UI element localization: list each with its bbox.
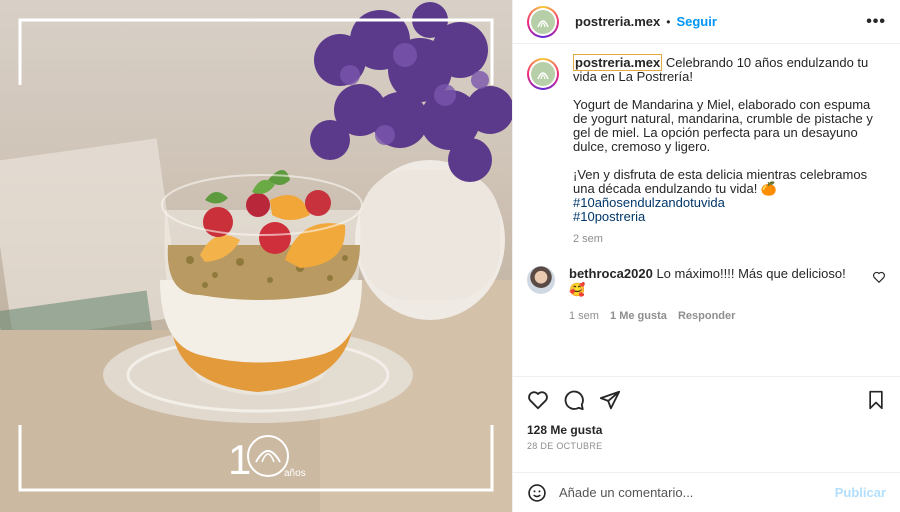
post-sidebar: postreria.mex • Seguir ••• postreria.mex… — [512, 0, 900, 512]
likes-count[interactable]: 128 Me gusta — [527, 423, 886, 437]
post-date[interactable]: 28 DE OCTUBRE — [527, 441, 886, 451]
whisk-logo-icon — [531, 62, 555, 86]
post-header: postreria.mex • Seguir ••• — [513, 0, 900, 44]
comment-time: 1 sem — [569, 310, 599, 322]
comment-icon[interactable] — [563, 389, 585, 411]
comment-item: bethroca2020 Lo máximo!!!! Más que delic… — [527, 266, 886, 324]
caption-description: Yogurt de Mandarina y Miel, elaborado co… — [573, 97, 873, 154]
hashtag-link[interactable]: #10añosendulzandotuvida — [573, 195, 725, 210]
comment-likes[interactable]: 1 Me gusta — [610, 310, 667, 322]
caption-invite: ¡Ven y disfruta de esta delicia mientras… — [573, 167, 868, 196]
follow-button[interactable]: Seguir — [676, 14, 716, 29]
profile-avatar[interactable] — [527, 5, 559, 38]
header-username[interactable]: postreria.mex — [575, 14, 660, 29]
commenter-username[interactable]: bethroca2020 — [569, 266, 653, 281]
hashtag-link[interactable]: #10postreria — [573, 209, 645, 224]
reply-button[interactable]: Responder — [678, 310, 735, 322]
caption: postreria.mex Celebrando 10 años endulza… — [527, 54, 886, 246]
heart-icon[interactable] — [527, 389, 549, 411]
commenter-avatar[interactable] — [527, 266, 555, 294]
whisk-logo-icon — [531, 9, 555, 34]
post-modal: 1 años postreria.mex • Seguir ••• postre… — [0, 0, 900, 512]
more-icon[interactable]: ••• — [866, 13, 886, 31]
comments-section: postreria.mex Celebrando 10 años endulza… — [513, 44, 900, 376]
emoji-icon[interactable] — [527, 483, 547, 503]
dessert-illustration: 1 años — [0, 2, 512, 512]
overlay-word: años — [284, 468, 306, 479]
post-photo[interactable]: 1 años — [0, 0, 512, 512]
bookmark-icon[interactable] — [866, 390, 886, 410]
caption-avatar[interactable] — [527, 58, 559, 90]
add-comment-bar: Publicar — [513, 472, 900, 512]
publish-button[interactable]: Publicar — [835, 485, 886, 500]
comment-input[interactable] — [559, 485, 835, 500]
share-icon[interactable] — [599, 389, 621, 411]
caption-body: postreria.mex Celebrando 10 años endulza… — [573, 54, 886, 246]
comment-heart-icon[interactable] — [872, 270, 886, 284]
header-separator: • — [666, 14, 671, 29]
post-actions: 128 Me gusta 28 DE OCTUBRE — [513, 376, 900, 472]
caption-time: 2 sem — [573, 233, 603, 245]
overlay-number: 1 — [228, 436, 251, 483]
